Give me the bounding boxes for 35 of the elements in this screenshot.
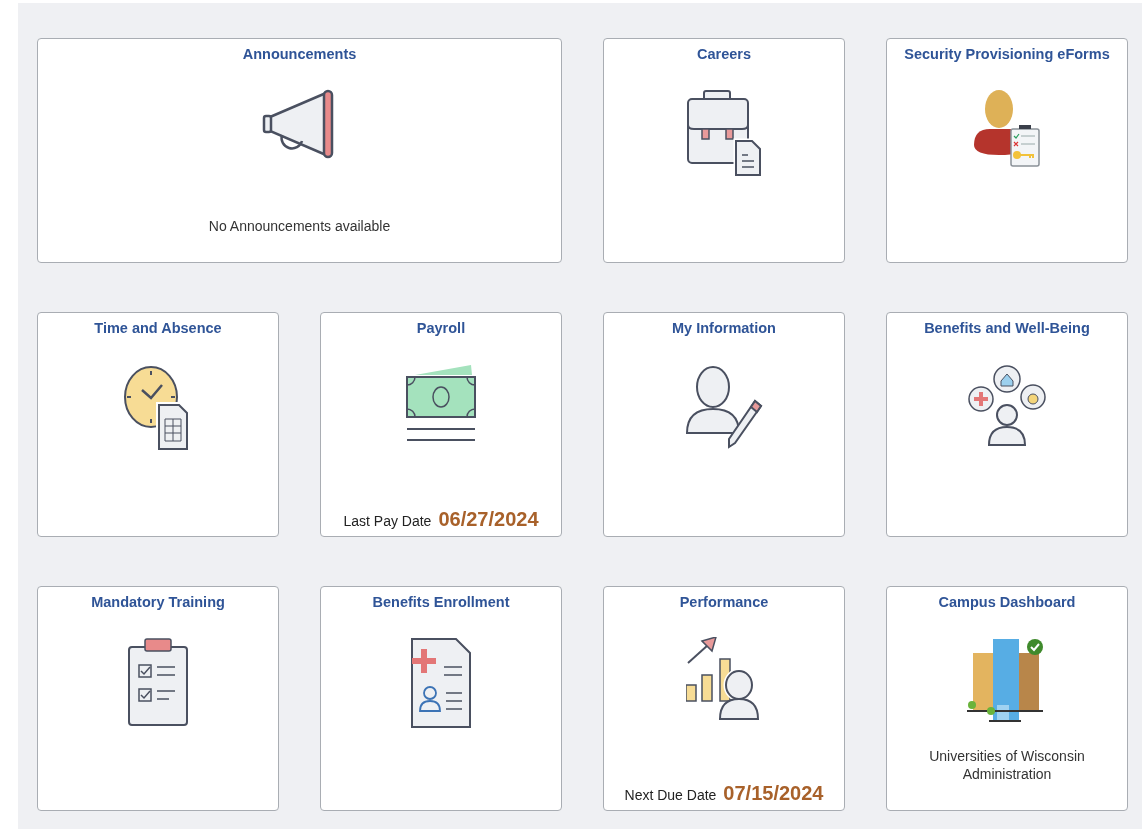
tile-title: Campus Dashboard <box>938 593 1076 611</box>
briefcase-icon <box>686 89 762 177</box>
dashboard-tile[interactable]: Payroll Last Pay Date 06/27/2024 <box>320 312 562 537</box>
user-pencil-icon <box>685 363 763 449</box>
dashboard-tile[interactable]: Benefits and Well-Being <box>886 312 1128 537</box>
tile-title: Benefits Enrollment <box>372 593 510 611</box>
tile-title: Time and Absence <box>94 319 222 337</box>
dashboard-tile[interactable]: Mandatory Training <box>37 586 279 811</box>
dashboard-tile[interactable]: Announcements No Announcements available <box>37 38 562 263</box>
dashboard-tile[interactable]: Campus Dashboard Universities of Wisconsin Administration <box>886 586 1128 811</box>
date-value: 07/15/2024 <box>723 782 824 805</box>
tile-caption: Universities of Wisconsin Administration <box>928 747 1086 783</box>
tile-title: Announcements <box>242 45 357 63</box>
date-label: Last Pay Date <box>343 513 432 529</box>
tile-title: Mandatory Training <box>91 593 225 611</box>
chart-person-icon <box>686 637 762 723</box>
dashboard-tile[interactable]: Performance Next Due Date 07/15/2024 <box>603 586 845 811</box>
tile-title: Benefits and Well-Being <box>924 319 1090 337</box>
tile-title: Careers <box>697 45 751 63</box>
tile-title: Security Provisioning eForms <box>904 45 1110 63</box>
dashboard-tile[interactable]: Security Provisioning eForms <box>886 38 1128 263</box>
checklist-clipboard-icon <box>127 637 189 727</box>
tile-caption: No Announcements available <box>208 217 391 235</box>
dashboard-tile[interactable]: Benefits Enrollment <box>320 586 562 811</box>
dashboard-tile[interactable]: Careers <box>603 38 845 263</box>
date-label: Next Due Date <box>624 787 717 803</box>
tile-title: My Information <box>672 319 776 337</box>
dashboard-tile[interactable]: My Information <box>603 312 845 537</box>
medical-form-icon <box>410 637 472 729</box>
dashboard-tile[interactable]: Time and Absence <box>37 312 279 537</box>
tile-title: Payroll <box>416 319 466 337</box>
benefits-person-icon <box>967 363 1047 447</box>
date-value: 06/27/2024 <box>438 508 539 531</box>
tile-title: Performance <box>679 593 769 611</box>
user-clipboard-icon <box>972 89 1042 167</box>
